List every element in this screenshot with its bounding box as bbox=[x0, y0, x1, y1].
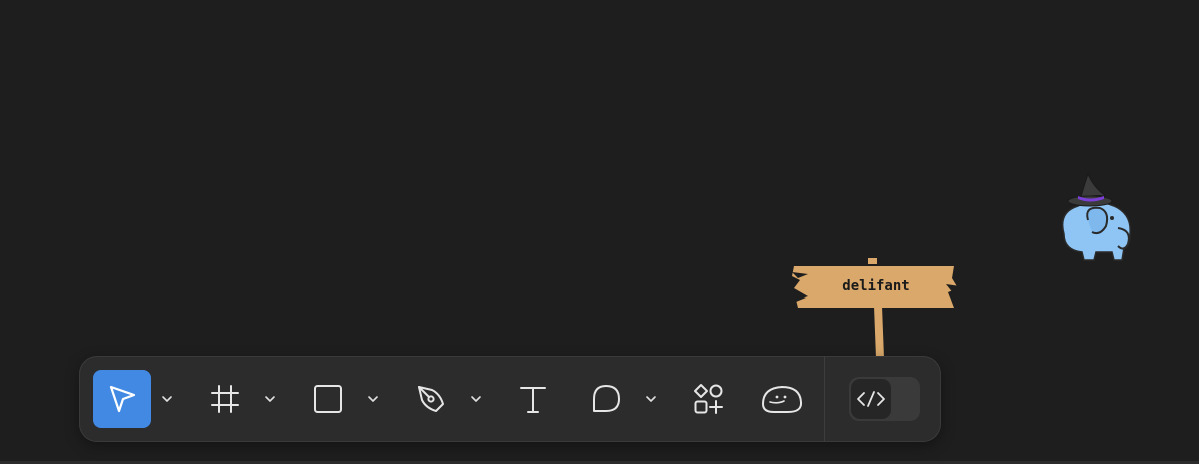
pen-tool-button[interactable] bbox=[402, 370, 460, 428]
bottom-toolbar bbox=[79, 356, 941, 442]
dev-mode-toggle-knob bbox=[851, 379, 891, 419]
signpost-label: delifant bbox=[842, 278, 910, 294]
chevron-down-icon bbox=[471, 396, 481, 402]
chevron-down-icon bbox=[265, 396, 275, 402]
shapes-plus-icon bbox=[694, 384, 723, 414]
cursor-arrow-icon bbox=[109, 385, 136, 413]
actions-tool-button[interactable] bbox=[753, 370, 811, 428]
chevron-down-icon bbox=[646, 396, 656, 402]
frame-tool-menu-chevron[interactable] bbox=[263, 390, 277, 408]
shape-tool-button[interactable] bbox=[299, 370, 357, 428]
design-canvas[interactable]: delifant bbox=[0, 0, 1199, 464]
delifant-signpost: delifant bbox=[790, 258, 962, 358]
move-tool-button[interactable] bbox=[93, 370, 151, 428]
text-tool-button[interactable] bbox=[504, 370, 562, 428]
signpost-icon bbox=[792, 258, 960, 358]
pen-nib-icon bbox=[418, 386, 444, 412]
rectangle-icon bbox=[314, 385, 342, 413]
text-t-icon bbox=[520, 387, 546, 413]
comment-tool-button[interactable] bbox=[577, 370, 635, 428]
move-tool-menu-chevron[interactable] bbox=[160, 390, 174, 408]
comment-tool-menu-chevron[interactable] bbox=[644, 390, 658, 408]
assets-tool-button[interactable] bbox=[679, 370, 737, 428]
chevron-down-icon bbox=[368, 396, 378, 402]
code-brackets-icon bbox=[857, 391, 885, 407]
dev-mode-toggle[interactable] bbox=[849, 377, 920, 421]
chevron-down-icon bbox=[162, 396, 172, 402]
shape-tool-menu-chevron[interactable] bbox=[366, 390, 380, 408]
elephant-witch-hat-icon bbox=[1054, 168, 1136, 264]
blob-face-icon bbox=[762, 386, 803, 413]
comment-bubble-icon bbox=[593, 385, 620, 412]
frame-tool-button[interactable] bbox=[196, 370, 254, 428]
toolbar-divider bbox=[824, 356, 825, 442]
pen-tool-menu-chevron[interactable] bbox=[469, 390, 483, 408]
hash-frame-icon bbox=[211, 385, 239, 413]
